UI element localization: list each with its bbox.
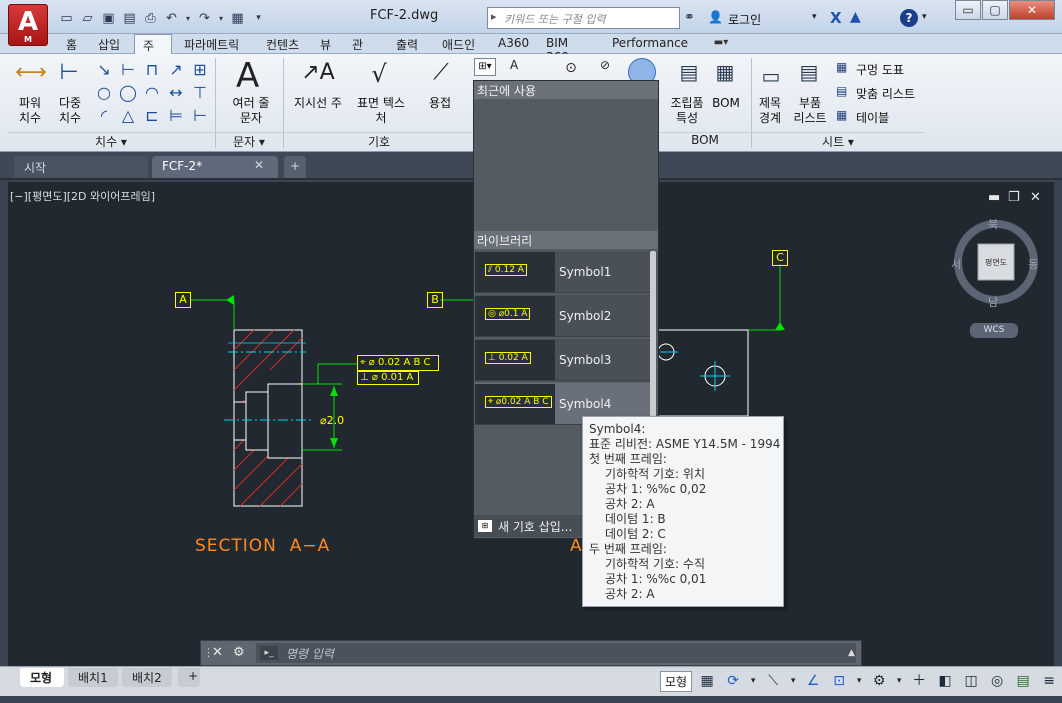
command-input[interactable]: 명령 입력: [256, 643, 856, 663]
symbol-label: Symbol3: [559, 352, 612, 367]
symbol-item[interactable]: ⊥ 0.02 A Symbol3: [475, 339, 651, 381]
wcs-menu[interactable]: WCS: [972, 325, 1016, 335]
application-menu-button[interactable]: AM: [8, 4, 48, 46]
tooltip-f1-datum1: 데이텀 1: B: [605, 512, 666, 526]
customize-command-icon[interactable]: ⚙: [233, 645, 245, 660]
customization-icon[interactable]: ▤: [1012, 670, 1034, 692]
app-logo: A: [17, 7, 39, 37]
tooltip-f1-tol2: 공차 2: A: [605, 497, 655, 511]
symbol-preview-text: ⫽ 0.12 A: [485, 263, 527, 276]
symbol-preview: ⫽ 0.12 A: [475, 251, 555, 292]
symbol-label: Symbol2: [559, 308, 612, 323]
plus-icon[interactable]: ＋: [908, 670, 930, 692]
command-prompt-icon[interactable]: ▸_: [260, 646, 278, 660]
tooltip-f1-symbol: 기하학적 기호: 위치: [605, 467, 705, 481]
polar-dropdown-icon[interactable]: ▾: [788, 670, 798, 692]
layout-tab-3[interactable]: 배치2: [122, 668, 172, 687]
model-space-button[interactable]: 모형: [660, 670, 693, 692]
feature-control-frame-2[interactable]: ⊥ ⌀ 0.01 A: [357, 371, 419, 385]
symbol-label: Symbol4: [559, 396, 612, 411]
viewcube-west[interactable]: 서: [951, 256, 961, 272]
section-a-a-view: [190, 295, 358, 507]
tooltip-f2-tol2: 공차 2: A: [605, 587, 655, 601]
symbol-item[interactable]: ⫽ 0.12 A Symbol1: [475, 251, 651, 293]
close-command-icon[interactable]: ✕: [212, 645, 223, 660]
symbol-preview-text: ◎ ⌀0.1 A: [485, 307, 531, 320]
symbol-preview: ◎ ⌀0.1 A: [475, 295, 555, 336]
status-bar: 모형 ▦ ⟳ ▾ ⟍ ▾ ∠ ⊡ ▾ ⚙ ▾ ＋ ◧ ◫ ◎ ▤ ≡: [656, 666, 1062, 696]
annotation-scale-icon[interactable]: ◫: [960, 670, 982, 692]
app-logo-sub: M: [24, 35, 32, 44]
tooltip-frame1: 첫 번째 프레임:: [589, 452, 667, 466]
workspace-gear-icon[interactable]: ⚙: [868, 670, 890, 692]
symbol-label: Symbol1: [559, 264, 612, 279]
insert-new-symbol-label: 새 기호 삽입...: [498, 519, 573, 534]
tooltip-standard: 표준 리비전: ASME Y14.5M - 1994: [589, 437, 781, 451]
tooltip-f1-tol1: 공차 1: %%c 0,02: [605, 482, 707, 496]
viewcube-face[interactable]: 평면도: [980, 257, 1012, 268]
symbol-tooltip: Symbol4: 표준 리비전: ASME Y14.5M - 1994 첫 번째…: [582, 416, 784, 607]
feature-control-frame-1[interactable]: ⌖ ⌀ 0.02 A B C: [357, 355, 439, 371]
viewcube[interactable]: [954, 220, 1038, 338]
library-scrollbar[interactable]: [650, 251, 656, 419]
datum-label-a[interactable]: A: [175, 292, 191, 308]
diameter-dimension-text[interactable]: ⌀2.0: [320, 414, 344, 427]
snap-dropdown-icon[interactable]: ▾: [748, 670, 758, 692]
layout-tab-1[interactable]: 모형: [20, 668, 64, 687]
snap-icon[interactable]: ⟳: [722, 670, 744, 692]
isolate-icon[interactable]: ◧: [934, 670, 956, 692]
recent-header: 최근에 사용: [474, 81, 658, 99]
section-title: SECTION A−A: [195, 536, 331, 556]
library-header: 라이브러리: [474, 231, 658, 249]
symbol-preview: ⌖ ⌀0.02 A B C: [475, 383, 555, 424]
tooltip-f1-datum2: 데이텀 2: C: [605, 527, 666, 541]
clean-screen-icon[interactable]: ◎: [986, 670, 1008, 692]
symbol-preview-text: ⌖ ⌀0.02 A B C: [485, 395, 552, 408]
isodraft-icon[interactable]: ∠: [802, 670, 824, 692]
hamburger-menu-icon[interactable]: ≡: [1038, 670, 1060, 692]
datum-label-c[interactable]: C: [772, 250, 788, 266]
osnap-dropdown-icon[interactable]: ▾: [854, 670, 864, 692]
viewcube-north[interactable]: 북: [988, 216, 998, 232]
symbol-preview-text: ⊥ 0.02 A: [485, 351, 531, 364]
command-history-icon[interactable]: ▲: [848, 648, 855, 658]
grid-icon[interactable]: ▦: [696, 670, 718, 692]
workspace-dropdown-icon[interactable]: ▾: [894, 670, 904, 692]
tooltip-f2-tol1: 공차 1: %%c 0,01: [605, 572, 707, 586]
datum-label-b[interactable]: B: [427, 292, 443, 308]
viewcube-south[interactable]: 남: [988, 294, 998, 310]
tooltip-f2-symbol: 기하학적 기호: 수직: [605, 557, 705, 571]
layout-tab-4[interactable]: +: [178, 668, 200, 687]
tooltip-frame2: 두 번째 프레임:: [589, 542, 667, 556]
tooltip-title: Symbol4:: [589, 422, 646, 436]
section-title-2: A: [570, 536, 582, 556]
viewcube-east[interactable]: 동: [1028, 256, 1038, 272]
symbol-item[interactable]: ◎ ⌀0.1 A Symbol2: [475, 295, 651, 337]
symbol-preview: ⊥ 0.02 A: [475, 339, 555, 380]
layout-tab-2[interactable]: 배치1: [68, 668, 118, 687]
fcf-icon: ⊞: [478, 520, 492, 532]
object-snap-icon[interactable]: ⊡: [828, 670, 850, 692]
ortho-icon[interactable]: ⟍: [762, 670, 784, 692]
